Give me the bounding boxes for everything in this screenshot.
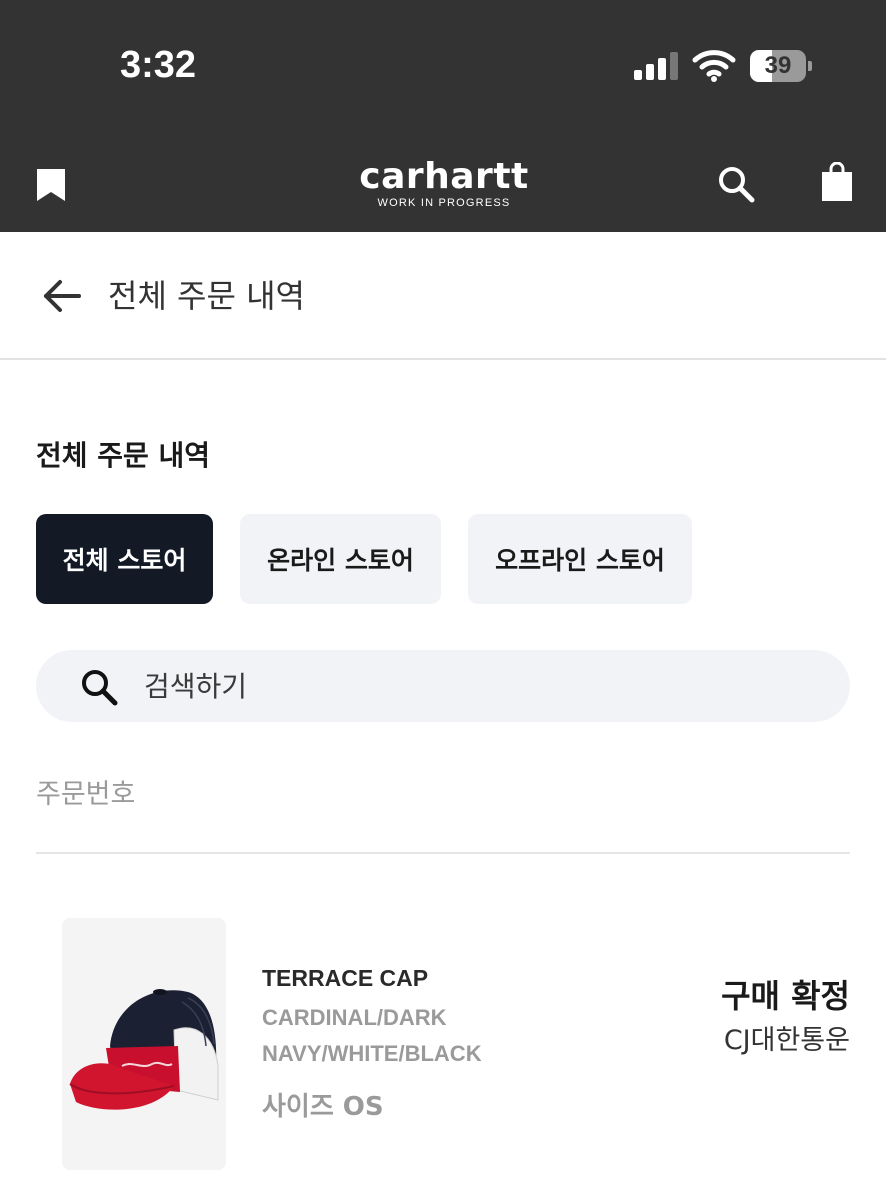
order-status: 구매 확정 [721,977,850,1015]
search-icon[interactable] [716,164,756,204]
tab-all-store[interactable]: 전체 스토어 [36,514,213,604]
battery-icon: 39 [750,50,812,82]
logo-tagline: WORK IN PROGRESS [377,197,511,209]
logo-wordmark: carhartt [359,156,529,197]
search-box[interactable] [36,650,850,722]
wifi-icon [692,50,736,82]
battery-percent: 39 [764,52,792,79]
top-app-bar: 3:32 39 carhartt WORK IN PROGRESS [0,0,886,232]
search-icon [82,670,118,706]
shopping-bag-icon[interactable] [820,162,854,202]
cellular-signal-icon [634,52,678,80]
status-time: 3:32 [120,44,197,86]
order-number-label: 주문번호 [36,779,136,810]
tab-label: 온라인 스토어 [267,546,414,575]
page-header: 전체 주문 내역 [0,232,886,360]
product-color: CARDINAL/DARK NAVY/WHITE/BLACK [262,1005,482,1066]
tab-online-store[interactable]: 온라인 스토어 [240,514,441,604]
tab-label: 전체 스토어 [62,546,187,575]
courier-name: CJ대한통운 [723,1025,850,1056]
tab-label: 오프라인 스토어 [495,546,665,575]
product-size: 사이즈 OS [262,1092,384,1122]
section-title: 전체 주문 내역 [36,439,211,472]
carhartt-logo[interactable]: carhartt WORK IN PROGRESS [338,158,550,210]
arrow-left-icon[interactable] [42,276,82,316]
order-item[interactable]: TERRACE CAP CARDINAL/DARK NAVY/WHITE/BLA… [36,914,850,1176]
page-title: 전체 주문 내역 [108,277,305,315]
product-thumbnail[interactable] [62,918,226,1170]
search-input[interactable] [144,662,804,710]
tab-offline-store[interactable]: 오프라인 스토어 [468,514,692,604]
divider [36,852,850,854]
cap-image [69,989,219,1110]
product-name[interactable]: TERRACE CAP [262,964,428,992]
bookmark-icon[interactable] [36,168,66,202]
